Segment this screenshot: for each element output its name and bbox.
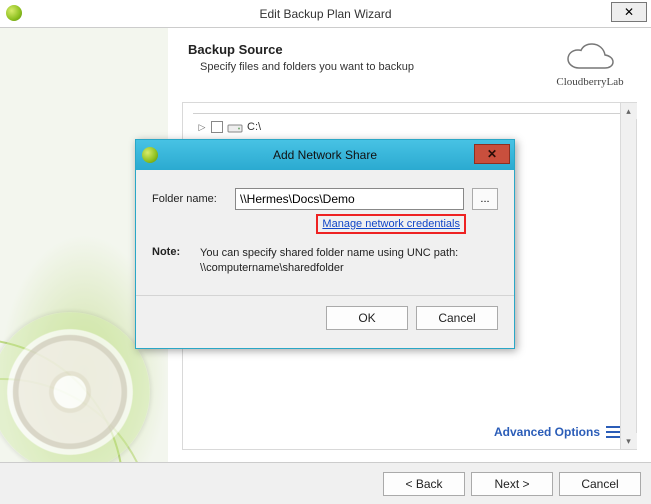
titlebar: Edit Backup Plan Wizard ✕	[0, 0, 651, 28]
manage-credentials-link[interactable]: Manage network credentials	[322, 218, 460, 230]
step-subtitle: Specify files and folders you want to ba…	[200, 61, 545, 73]
folder-name-label: Folder name:	[152, 193, 227, 205]
cancel-button[interactable]: Cancel	[559, 472, 641, 496]
scroll-up-icon[interactable]: ▴	[621, 103, 637, 119]
back-button[interactable]: < Back	[383, 472, 465, 496]
add-network-share-dialog: Add Network Share ✕ Folder name: ... Man…	[135, 139, 515, 349]
dialog-title: Add Network Share	[273, 148, 377, 162]
ok-button[interactable]: OK	[326, 306, 408, 330]
app-icon	[142, 147, 158, 163]
next-button[interactable]: Next >	[471, 472, 553, 496]
step-header: Backup Source Specify files and folders …	[168, 28, 651, 98]
note-label: Note:	[152, 246, 190, 277]
browse-button[interactable]: ...	[472, 188, 498, 210]
folder-name-input[interactable]	[235, 188, 464, 210]
advanced-options-link[interactable]: Advanced Options	[494, 425, 620, 439]
app-icon	[6, 5, 22, 21]
hamburger-icon	[606, 426, 620, 438]
tree-row[interactable]: ▷ C:\	[193, 118, 626, 136]
note-text: You can specify shared folder name using…	[200, 246, 498, 277]
checkbox[interactable]	[211, 121, 223, 133]
cloud-icon	[563, 42, 617, 74]
window-close-button[interactable]: ✕	[611, 2, 647, 22]
dialog-titlebar[interactable]: Add Network Share ✕	[136, 140, 514, 170]
credentials-highlight: Manage network credentials	[316, 214, 466, 234]
vertical-scrollbar[interactable]: ▴ ▾	[620, 103, 636, 449]
brand-label: CloudberryLab	[545, 76, 635, 88]
advanced-options-label: Advanced Options	[494, 425, 600, 439]
expander-icon[interactable]: ▷	[197, 122, 207, 132]
window-title: Edit Backup Plan Wizard	[259, 7, 391, 21]
drive-icon	[227, 120, 243, 134]
cancel-button[interactable]: Cancel	[416, 306, 498, 330]
wizard-footer: < Back Next > Cancel	[0, 462, 651, 504]
brand-logo: CloudberryLab	[545, 42, 635, 88]
scroll-down-icon[interactable]: ▾	[621, 433, 637, 449]
dialog-close-button[interactable]: ✕	[474, 144, 510, 164]
tree-label: C:\	[247, 121, 261, 133]
step-title: Backup Source	[188, 42, 545, 57]
